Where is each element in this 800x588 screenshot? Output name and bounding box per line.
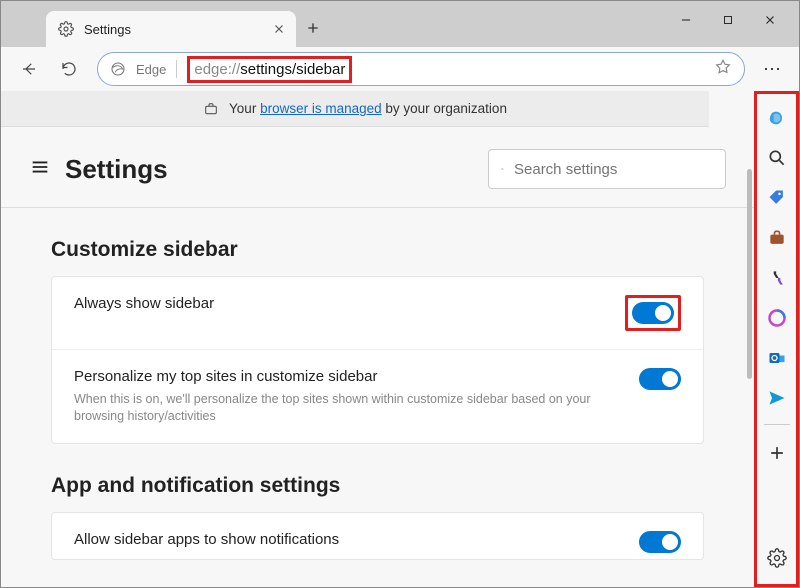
window-close-icon[interactable]	[763, 13, 777, 27]
gear-icon	[58, 21, 74, 37]
edge-icon	[110, 61, 126, 77]
favorite-button[interactable]	[714, 58, 732, 81]
sidebar-item-send[interactable]	[759, 380, 795, 416]
sidebar-divider	[764, 424, 790, 425]
row-description: When this is on, we'll personalize the t…	[74, 391, 623, 425]
edge-sidebar	[754, 91, 799, 587]
sidebar-item-shopping-tag[interactable]	[759, 180, 795, 216]
minimize-icon[interactable]	[679, 13, 693, 27]
managed-link[interactable]: browser is managed	[260, 101, 382, 116]
url-path: settings/sidebar	[240, 61, 345, 78]
section-title-customize-sidebar: Customize sidebar	[1, 208, 754, 276]
window-controls	[679, 13, 795, 27]
url-scheme: edge://	[194, 61, 240, 78]
content-area: Your browser is managed by your organiza…	[1, 91, 754, 587]
back-button[interactable]	[11, 51, 47, 87]
address-source-label: Edge	[136, 62, 166, 77]
search-settings[interactable]	[488, 149, 726, 189]
row-label: Always show sidebar	[74, 295, 609, 312]
toggle-personalize-top-sites[interactable]	[639, 368, 681, 390]
toggle-highlight	[625, 295, 681, 331]
close-icon[interactable]	[272, 22, 286, 36]
managed-pre: Your	[229, 101, 260, 116]
url-highlight: edge://settings/sidebar	[187, 56, 352, 83]
sidebar-settings-button[interactable]	[759, 540, 795, 576]
titlebar: Settings	[1, 1, 799, 47]
sidebar-item-search[interactable]	[759, 140, 795, 176]
toggle-allow-notifications[interactable]	[639, 531, 681, 553]
sidebar-item-microsoft365[interactable]	[759, 300, 795, 336]
settings-menu-button[interactable]	[29, 156, 51, 183]
card-customize-sidebar: Always show sidebar Personalize my top s…	[51, 276, 704, 444]
sidebar-add-button[interactable]	[759, 435, 795, 471]
refresh-button[interactable]	[51, 51, 87, 87]
search-icon	[501, 160, 504, 178]
address-divider	[176, 60, 177, 78]
sidebar-item-tools[interactable]	[759, 220, 795, 256]
managed-post: by your organization	[382, 101, 507, 116]
section-title-app-notifications: App and notification settings	[1, 444, 754, 512]
row-personalize-top-sites: Personalize my top sites in customize si…	[52, 349, 703, 443]
toolbar: Edge edge://settings/sidebar ⋯	[1, 47, 799, 91]
browser-window: Settings Edge edge://settings/sidebar ⋯	[0, 0, 800, 588]
sidebar-item-games[interactable]	[759, 260, 795, 296]
sidebar-item-copilot[interactable]	[759, 100, 795, 136]
maximize-icon[interactable]	[721, 13, 735, 27]
new-tab-button[interactable]	[296, 11, 330, 45]
more-menu-button[interactable]: ⋯	[755, 59, 789, 80]
settings-header: Settings	[1, 127, 754, 201]
address-bar[interactable]: Edge edge://settings/sidebar	[97, 52, 745, 86]
row-allow-notifications: Allow sidebar apps to show notifications	[52, 513, 703, 559]
scrollbar-thumb[interactable]	[747, 169, 752, 379]
row-always-show-sidebar: Always show sidebar	[52, 277, 703, 349]
sidebar-item-outlook[interactable]	[759, 340, 795, 376]
tab-title: Settings	[84, 22, 262, 37]
page-title: Settings	[65, 154, 474, 185]
browser-tab-settings[interactable]: Settings	[46, 11, 296, 47]
briefcase-icon	[203, 101, 219, 117]
toggle-always-show-sidebar[interactable]	[632, 302, 674, 324]
search-input[interactable]	[514, 161, 713, 178]
managed-notice: Your browser is managed by your organiza…	[1, 91, 709, 127]
row-label: Personalize my top sites in customize si…	[74, 368, 623, 385]
row-label: Allow sidebar apps to show notifications	[74, 531, 623, 548]
card-app-notifications: Allow sidebar apps to show notifications	[51, 512, 704, 560]
